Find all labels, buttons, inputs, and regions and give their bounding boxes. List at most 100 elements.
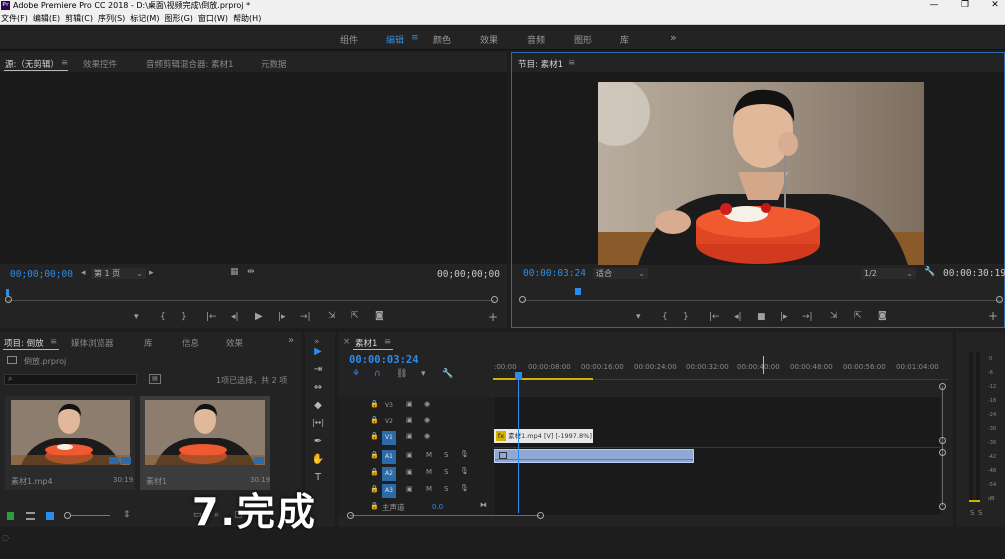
mute-button[interactable]: M [426, 468, 432, 476]
eye-icon[interactable]: ◉ [424, 400, 430, 408]
track-label[interactable]: V2 [382, 415, 396, 429]
step-back-icon[interactable]: ◂| [231, 312, 239, 322]
tab-metadata[interactable]: 元数据 [261, 58, 287, 70]
scroll-handle-left[interactable] [347, 512, 354, 519]
tab-audio-clip-mixer[interactable]: 音频剪辑混合器: 素材1 [146, 58, 233, 70]
step-forward-icon[interactable]: |▸ [780, 312, 788, 322]
zoom-fit-select[interactable]: 适合 ⌄ [593, 268, 648, 279]
prev-page-icon[interactable]: ◂ [81, 268, 86, 278]
workspace-effects[interactable]: 效果 [480, 33, 498, 46]
program-zoom-handle-left[interactable] [519, 296, 526, 303]
go-to-end-icon[interactable]: ⧓ [480, 501, 487, 509]
maximize-button[interactable]: ❐ [953, 0, 977, 12]
tab-sequence[interactable]: 素材1 [355, 337, 377, 349]
mute-button[interactable]: M [426, 485, 432, 493]
timeline-horizontal-scrollbar[interactable] [350, 515, 540, 516]
new-search-bin-icon[interactable]: ▤ [149, 374, 161, 384]
mute-button[interactable]: M [426, 451, 432, 459]
program-playhead[interactable] [575, 288, 581, 295]
video-clip[interactable]: fx 素材1.mp4 [V] [-1997.8%] [494, 429, 593, 443]
master-volume[interactable]: 0.0 [432, 503, 443, 511]
source-scrub-bar[interactable] [8, 300, 494, 301]
vscroll-handle-bottom[interactable] [939, 503, 946, 510]
ripple-edit-tool-icon[interactable]: ⇔ [310, 382, 326, 396]
step-back-icon[interactable]: ◂| [734, 312, 742, 322]
next-page-icon[interactable]: ▸ [149, 268, 154, 278]
track-label[interactable]: V1 [382, 431, 396, 445]
type-tool-icon[interactable]: T [310, 472, 326, 486]
add-marker-icon[interactable]: ▾ [134, 312, 139, 322]
export-frame-icon[interactable]: ◙ [878, 311, 887, 321]
solo-right-button[interactable]: S [978, 509, 982, 517]
eye-icon[interactable]: ◉ [424, 432, 430, 440]
vscroll-handle-mid[interactable] [939, 437, 946, 444]
lock-icon[interactable]: 🔒 [370, 468, 379, 476]
slider-handle[interactable] [64, 512, 71, 519]
linked-selection-icon[interactable]: ⛓ [396, 369, 407, 379]
menu-file[interactable]: 文件(F) [1, 12, 28, 25]
hand-tool-icon[interactable]: ✋ [310, 454, 326, 468]
panel-more-icon[interactable]: » [288, 335, 294, 346]
lock-icon[interactable]: 🔒 [370, 416, 379, 424]
program-scrub-bar[interactable] [523, 300, 1001, 301]
sync-lock-icon[interactable]: ▣ [406, 485, 413, 493]
timeline-vertical-scrollbar[interactable] [942, 386, 943, 506]
razor-tool-icon[interactable]: ◆ [310, 400, 326, 414]
tab-project[interactable]: 项目: 倒放 [4, 337, 44, 349]
add-marker-icon[interactable]: ▾ [421, 369, 426, 379]
program-timecode[interactable]: 00:00:03:24 [523, 268, 586, 279]
work-area-bar[interactable] [493, 378, 593, 380]
resolution-select[interactable]: 1/2 ⌄ [861, 268, 916, 279]
timeline-tab-menu-icon[interactable]: ≡ [384, 337, 391, 347]
solo-button[interactable]: S [444, 485, 448, 493]
sort-icon[interactable]: ⇕ [123, 510, 131, 520]
menu-graphics[interactable]: 图形(G) [164, 12, 192, 25]
source-playhead[interactable] [6, 289, 9, 296]
lock-icon[interactable]: 🔒 [370, 502, 379, 510]
menu-sequence[interactable]: 序列(S) [98, 12, 125, 25]
tab-info[interactable]: 信息 [182, 337, 199, 349]
list-view-icon[interactable] [26, 512, 35, 520]
project-item-sequence[interactable]: 素材1 30:19 [140, 396, 270, 490]
program-tab-menu-icon[interactable]: ≡ [568, 58, 575, 68]
insert-icon[interactable]: ⇲ [328, 311, 336, 321]
workspace-libraries[interactable]: 库 [620, 33, 629, 46]
menu-help[interactable]: 帮助(H) [233, 12, 261, 25]
play-icon[interactable]: ▶ [255, 311, 263, 322]
sync-lock-icon[interactable]: ▣ [406, 400, 413, 408]
source-viewer[interactable] [0, 72, 507, 264]
tab-effect-controls[interactable]: 效果控件 [83, 58, 117, 70]
sync-lock-icon[interactable]: ▣ [406, 432, 413, 440]
lift-icon[interactable]: ⇲ [830, 311, 838, 321]
lock-icon[interactable] [7, 512, 14, 520]
settings-icon[interactable]: ▦ [230, 267, 239, 277]
timeline-timecode[interactable]: 00:00:03:24 [349, 354, 419, 366]
source-timecode[interactable]: 00;00;00;00 [10, 269, 73, 280]
source-tab-menu-icon[interactable]: ≡ [61, 58, 68, 68]
go-to-out-icon[interactable]: →| [802, 312, 813, 322]
vscroll-handle-audio[interactable] [939, 449, 946, 456]
timeline-playhead[interactable] [515, 372, 522, 380]
vscroll-handle-top[interactable] [939, 383, 946, 390]
microphone-icon[interactable]: 🎙 [460, 467, 469, 475]
thumbnail-size-slider[interactable] [66, 515, 110, 516]
track-label[interactable]: A3 [382, 484, 396, 498]
workspace-menu-icon[interactable]: ≡ [411, 33, 419, 43]
sync-lock-icon[interactable]: ▣ [406, 416, 413, 424]
slip-tool-icon[interactable]: |↔| [310, 418, 326, 432]
source-zoom-handle-left[interactable] [5, 296, 12, 303]
program-zoom-handle-right[interactable] [996, 296, 1003, 303]
minimize-button[interactable]: — [922, 0, 946, 12]
go-to-in-icon[interactable]: |← [206, 312, 217, 322]
solo-button[interactable]: S [444, 468, 448, 476]
workspace-assembly[interactable]: 组件 [340, 33, 358, 46]
go-to-in-icon[interactable]: |← [709, 312, 720, 322]
track-select-tool-icon[interactable]: ⇥ [310, 364, 326, 378]
eye-icon[interactable]: ◉ [424, 416, 430, 424]
lock-icon[interactable]: 🔒 [370, 400, 379, 408]
mark-out-icon[interactable]: } [181, 312, 187, 322]
source-zoom-handle-right[interactable] [491, 296, 498, 303]
scroll-handle-right[interactable] [537, 512, 544, 519]
workspace-graphics[interactable]: 图形 [574, 33, 592, 46]
track-label[interactable]: A2 [382, 467, 396, 481]
